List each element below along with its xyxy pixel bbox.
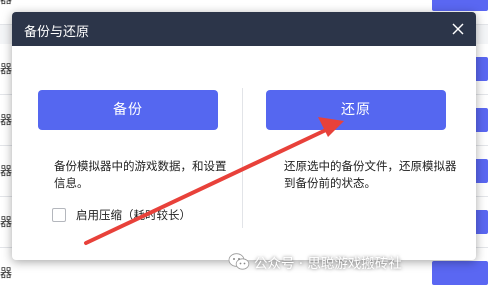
section-divider: [242, 88, 243, 228]
restore-description: 还原选中的备份文件，还原模拟器到备份前的状态。: [284, 159, 457, 190]
backup-restore-dialog: 备份与还原 备份 还原 备份模拟器中的游戏数据，和设置信息。 还原选中的备份文件…: [12, 12, 476, 260]
restore-button[interactable]: 还原: [266, 90, 446, 130]
watermark-text: 公众号 · 思聪游戏搬砖社: [254, 256, 402, 272]
dialog-title: 备份与还原: [24, 25, 90, 40]
dialog-titlebar: 备份与还原: [12, 12, 476, 46]
compress-checkbox[interactable]: [52, 208, 66, 222]
row-label: 器: [0, 266, 13, 280]
close-icon: [452, 23, 464, 35]
close-button[interactable]: [448, 19, 468, 39]
wechat-icon: [228, 253, 250, 270]
row-action-button[interactable]: [432, 261, 488, 285]
backup-button[interactable]: 备份: [38, 90, 218, 130]
backup-description: 备份模拟器中的游戏数据，和设置信息。: [54, 159, 227, 190]
compress-label: 启用压缩（耗时较长）: [76, 208, 191, 222]
row-action-button[interactable]: [432, 0, 488, 11]
row-label: 器: [0, 0, 14, 7]
